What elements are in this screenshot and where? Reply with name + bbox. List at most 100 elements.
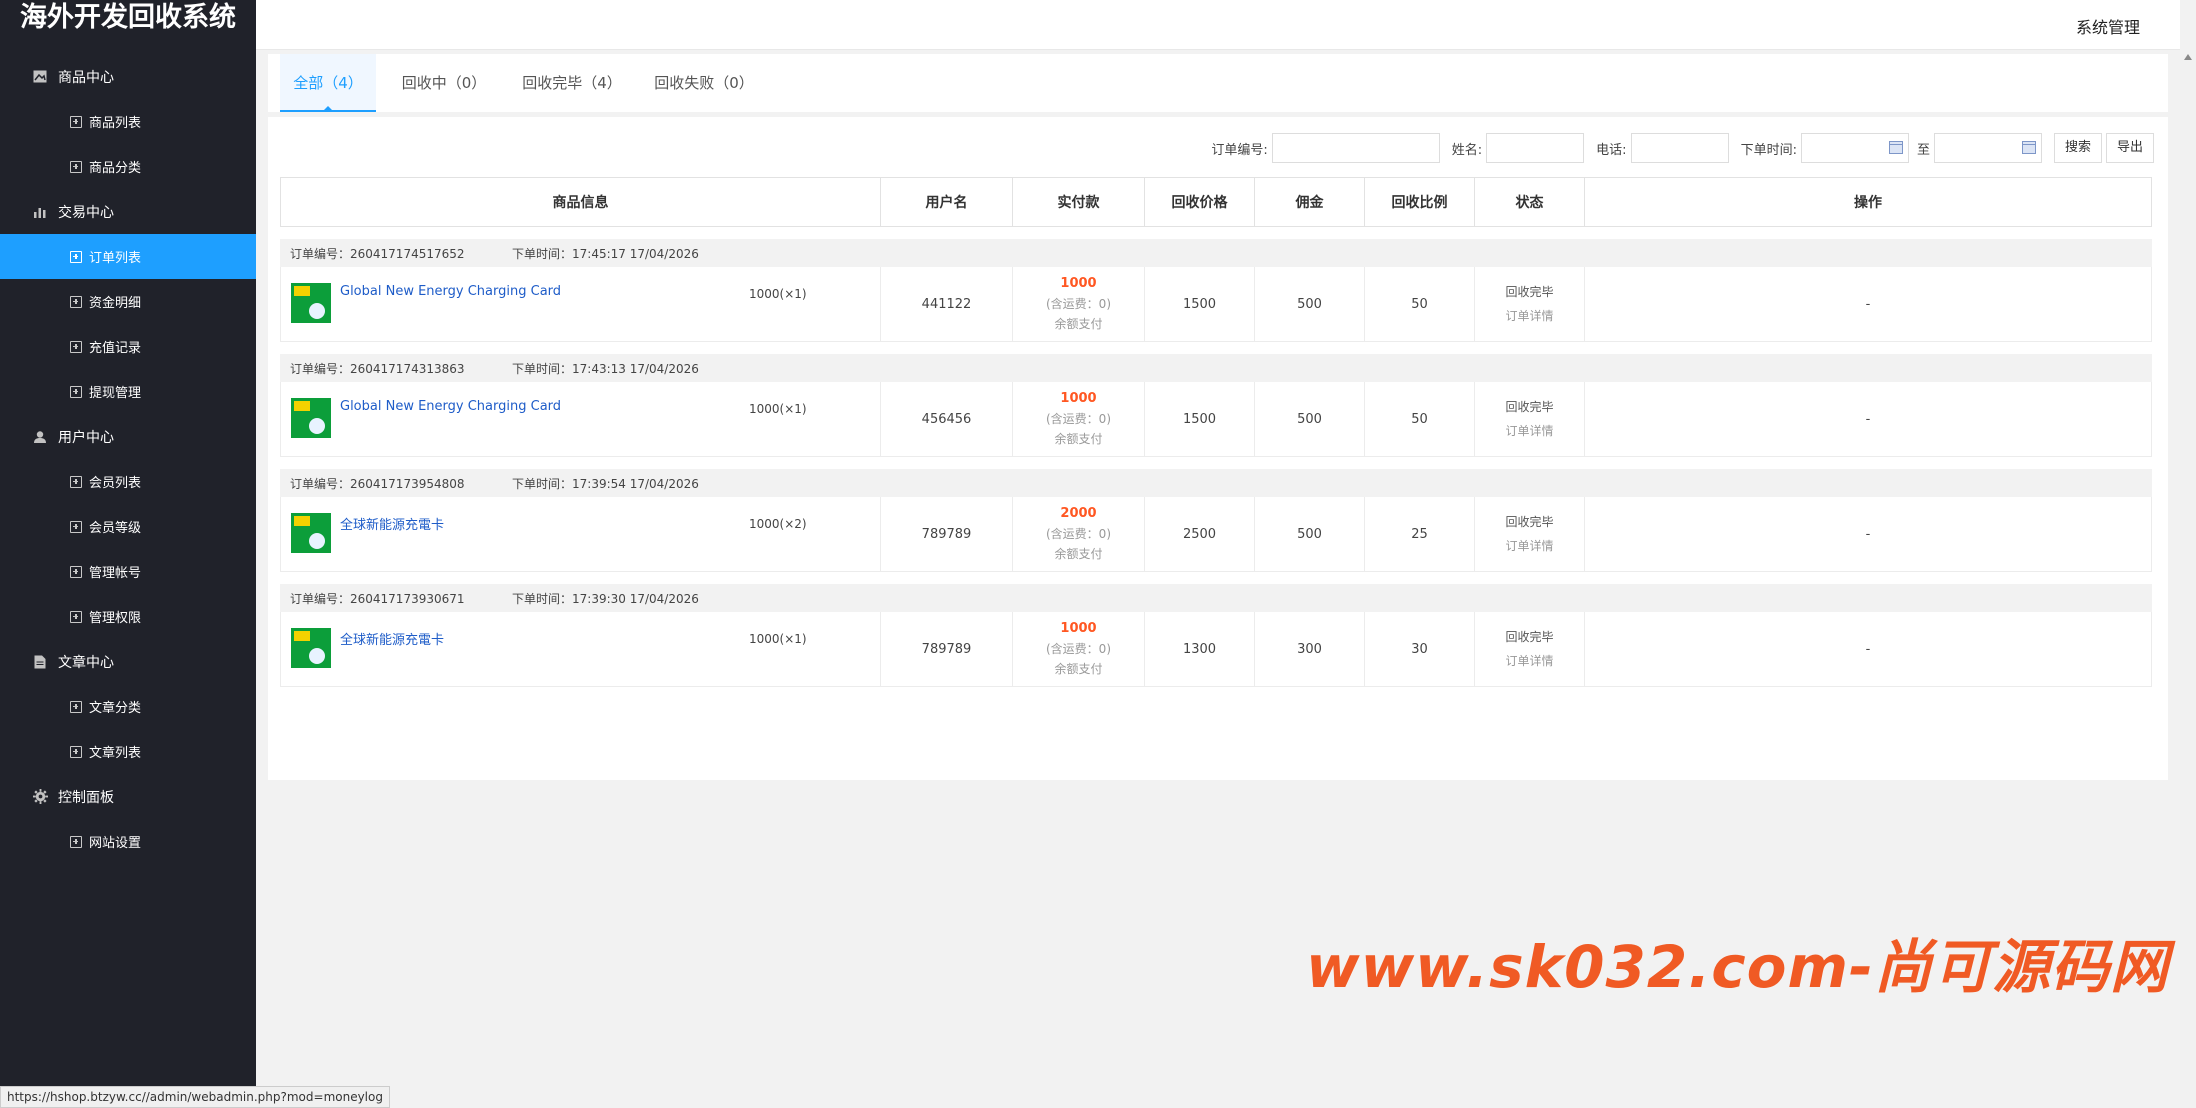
order-time: 下单时间：17:39:30 17/04/2026 — [512, 591, 699, 606]
start-date-picker[interactable] — [1800, 133, 1909, 163]
search-button[interactable]: 搜索 — [2053, 133, 2102, 163]
shipping-fee: (含运费：0) — [1046, 412, 1111, 426]
status-text: 回收完毕 — [1505, 630, 1554, 644]
sidebar-item-withdraw-manage[interactable]: 提现管理 — [0, 369, 256, 414]
nav-group-title-control[interactable]: 控制面板 — [0, 774, 256, 819]
end-date-picker[interactable] — [1933, 133, 2042, 163]
status-tabs: 全部（4） 回收中（0） 回收完毕（4） 回收失败（0） — [268, 54, 2168, 112]
tab-recycling[interactable]: 回收中（0） — [388, 54, 500, 112]
nav-group-label: 控制面板 — [58, 789, 114, 806]
table-header: 商品信息 用户名 实付款 回收价格 佣金 回收比例 状态 操作 — [280, 177, 2152, 227]
table-row: Global New Energy Charging Card 1000(×1)… — [280, 267, 2152, 342]
nav-group-label: 交易中心 — [58, 204, 114, 221]
paid-amount: 1000 — [1060, 276, 1097, 291]
col-header-commission: 佣金 — [1255, 178, 1365, 226]
sidebar-item-member-list[interactable]: 会员列表 — [0, 459, 256, 504]
col-header-product: 商品信息 — [281, 178, 881, 226]
nav-group-title-article[interactable]: 文章中心 — [0, 639, 256, 684]
shipping-fee: (含运费：0) — [1046, 642, 1111, 656]
sidebar-item-member-level[interactable]: 会员等级 — [0, 504, 256, 549]
nav-group-label: 商品中心 — [58, 69, 114, 86]
commission-cell: 500 — [1255, 267, 1365, 341]
sidebar-item-goods-category[interactable]: 商品分类 — [0, 144, 256, 189]
sidebar-item-goods-list[interactable]: 商品列表 — [0, 99, 256, 144]
nav-group-label: 文章中心 — [58, 654, 114, 671]
table-row: Global New Energy Charging Card 1000(×1)… — [280, 382, 2152, 457]
order-detail-link[interactable]: 订单详情 — [1505, 419, 1553, 443]
product-name-link[interactable]: 全球新能源充電卡 — [340, 629, 444, 648]
top-header: 系统管理 — [256, 0, 2180, 50]
sidebar-item-article-category[interactable]: 文章分类 — [0, 684, 256, 729]
tab-recycled[interactable]: 回收完毕（4） — [508, 54, 636, 112]
product-name-link[interactable]: 全球新能源充電卡 — [340, 514, 444, 533]
phone-input[interactable] — [1630, 133, 1729, 163]
pay-method: 余额支付 — [1054, 432, 1103, 446]
order-number: 订单编号：260417174313863 — [290, 361, 465, 376]
status-cell: 回收完毕 订单详情 — [1475, 267, 1585, 341]
order-detail-link[interactable]: 订单详情 — [1505, 304, 1553, 328]
sidebar-item-admin-permission[interactable]: 管理权限 — [0, 594, 256, 639]
plus-square-icon — [70, 160, 82, 173]
plus-square-icon — [70, 115, 82, 128]
username-cell: 456456 — [881, 382, 1013, 456]
sidebar-item-label: 文章列表 — [89, 746, 142, 761]
tab-recycle-failed[interactable]: 回收失败（0） — [640, 54, 768, 112]
order-row: 订单编号：260417174517652 下单时间：17:45:17 17/04… — [280, 239, 2152, 342]
order-detail-link[interactable]: 订单详情 — [1505, 649, 1553, 673]
col-header-ratio: 回收比例 — [1365, 178, 1475, 226]
nav-group-article: 文章中心 文章分类 文章列表 — [0, 639, 256, 774]
name-input[interactable] — [1486, 133, 1585, 163]
tab-all[interactable]: 全部（4） — [280, 54, 376, 112]
product-thumbnail — [291, 283, 331, 323]
sidebar-item-label: 商品列表 — [89, 116, 142, 131]
sidebar-item-label: 商品分类 — [89, 161, 142, 176]
paid-cell: 1000 (含运费：0) 余额支付 — [1013, 267, 1145, 341]
export-button[interactable]: 导出 — [2105, 133, 2154, 163]
username-cell: 441122 — [881, 267, 1013, 341]
product-name-link[interactable]: Global New Energy Charging Card — [340, 399, 561, 414]
product-name-link[interactable]: Global New Energy Charging Card — [340, 284, 561, 299]
order-row: 订单编号：260417173954808 下单时间：17:39:54 17/04… — [280, 469, 2152, 572]
plus-square-icon — [70, 520, 82, 533]
user-icon — [32, 429, 48, 445]
product-thumbnail — [291, 513, 331, 553]
recycle-price-cell: 1300 — [1145, 612, 1255, 686]
calendar-icon[interactable] — [1888, 141, 1903, 154]
watermark-text: www.sk032.com-尚可源码网 — [1306, 933, 2170, 1001]
sidebar-item-label: 提现管理 — [89, 386, 142, 401]
nav-group-label: 用户中心 — [58, 429, 114, 446]
nav-group-title-goods[interactable]: 商品中心 — [0, 54, 256, 99]
plus-square-icon — [70, 475, 82, 488]
product-qty: 1000(×2) — [749, 517, 807, 531]
recycle-price-cell: 1500 — [1145, 267, 1255, 341]
document-icon — [32, 654, 48, 670]
sidebar-item-fund-detail[interactable]: 资金明细 — [0, 279, 256, 324]
sidebar-item-article-list[interactable]: 文章列表 — [0, 729, 256, 774]
scroll-up-icon[interactable] — [2184, 54, 2192, 60]
order-no-input[interactable] — [1271, 133, 1440, 163]
system-manage-menu[interactable]: 系统管理 — [2076, 14, 2140, 38]
sidebar-item-order-list[interactable]: 订单列表 — [0, 234, 256, 279]
order-detail-link[interactable]: 订单详情 — [1505, 534, 1553, 558]
sidebar-item-label: 会员列表 — [89, 476, 142, 491]
product-cell: 全球新能源充電卡 1000(×2) — [281, 497, 881, 571]
commission-cell: 500 — [1255, 497, 1365, 571]
sidebar-item-site-settings[interactable]: 网站设置 — [0, 819, 256, 864]
status-text: 回收完毕 — [1505, 285, 1554, 299]
nav-group-title-trade[interactable]: 交易中心 — [0, 189, 256, 234]
pay-method: 余额支付 — [1054, 547, 1103, 561]
order-time: 下单时间：17:43:13 17/04/2026 — [512, 361, 699, 376]
gear-icon — [32, 789, 48, 805]
sidebar-item-recharge-record[interactable]: 充值记录 — [0, 324, 256, 369]
calendar-icon[interactable] — [2021, 141, 2036, 154]
search-bar: 订单编号: 姓名: 电话: 下单时间: 至 搜索 导出 — [1211, 133, 2154, 163]
plus-square-icon — [70, 835, 82, 848]
plus-square-icon — [70, 385, 82, 398]
vertical-scrollbar[interactable] — [2180, 50, 2196, 1108]
recycle-price-cell: 2500 — [1145, 497, 1255, 571]
nav-group-title-user[interactable]: 用户中心 — [0, 414, 256, 459]
sidebar-item-label: 会员等级 — [89, 521, 142, 536]
ratio-cell: 50 — [1365, 267, 1475, 341]
plus-square-icon — [70, 745, 82, 758]
sidebar-item-admin-account[interactable]: 管理帐号 — [0, 549, 256, 594]
